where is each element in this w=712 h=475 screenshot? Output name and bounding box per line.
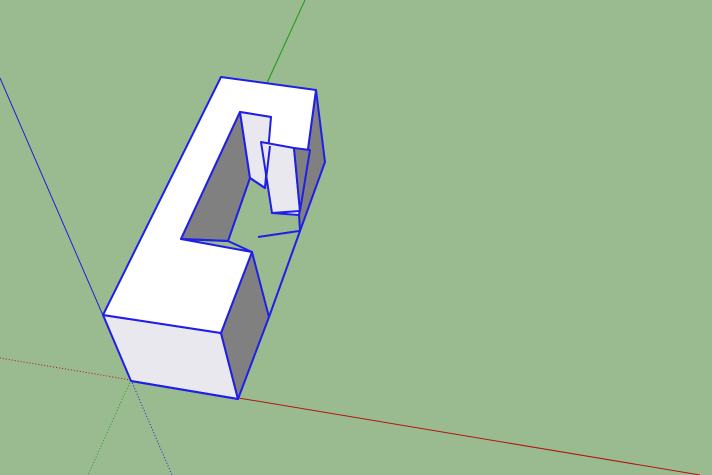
blue-axis-negative — [130, 379, 173, 475]
green-axis-negative — [87, 379, 132, 475]
red-axis-negative — [0, 357, 132, 381]
3d-viewport[interactable] — [0, 0, 712, 475]
model-canvas[interactable] — [0, 0, 712, 475]
selected-model[interactable] — [102, 76, 326, 400]
axes — [0, 0, 701, 475]
lower-right-edge — [268, 230, 301, 318]
mid-bottom-edge — [257, 230, 300, 238]
